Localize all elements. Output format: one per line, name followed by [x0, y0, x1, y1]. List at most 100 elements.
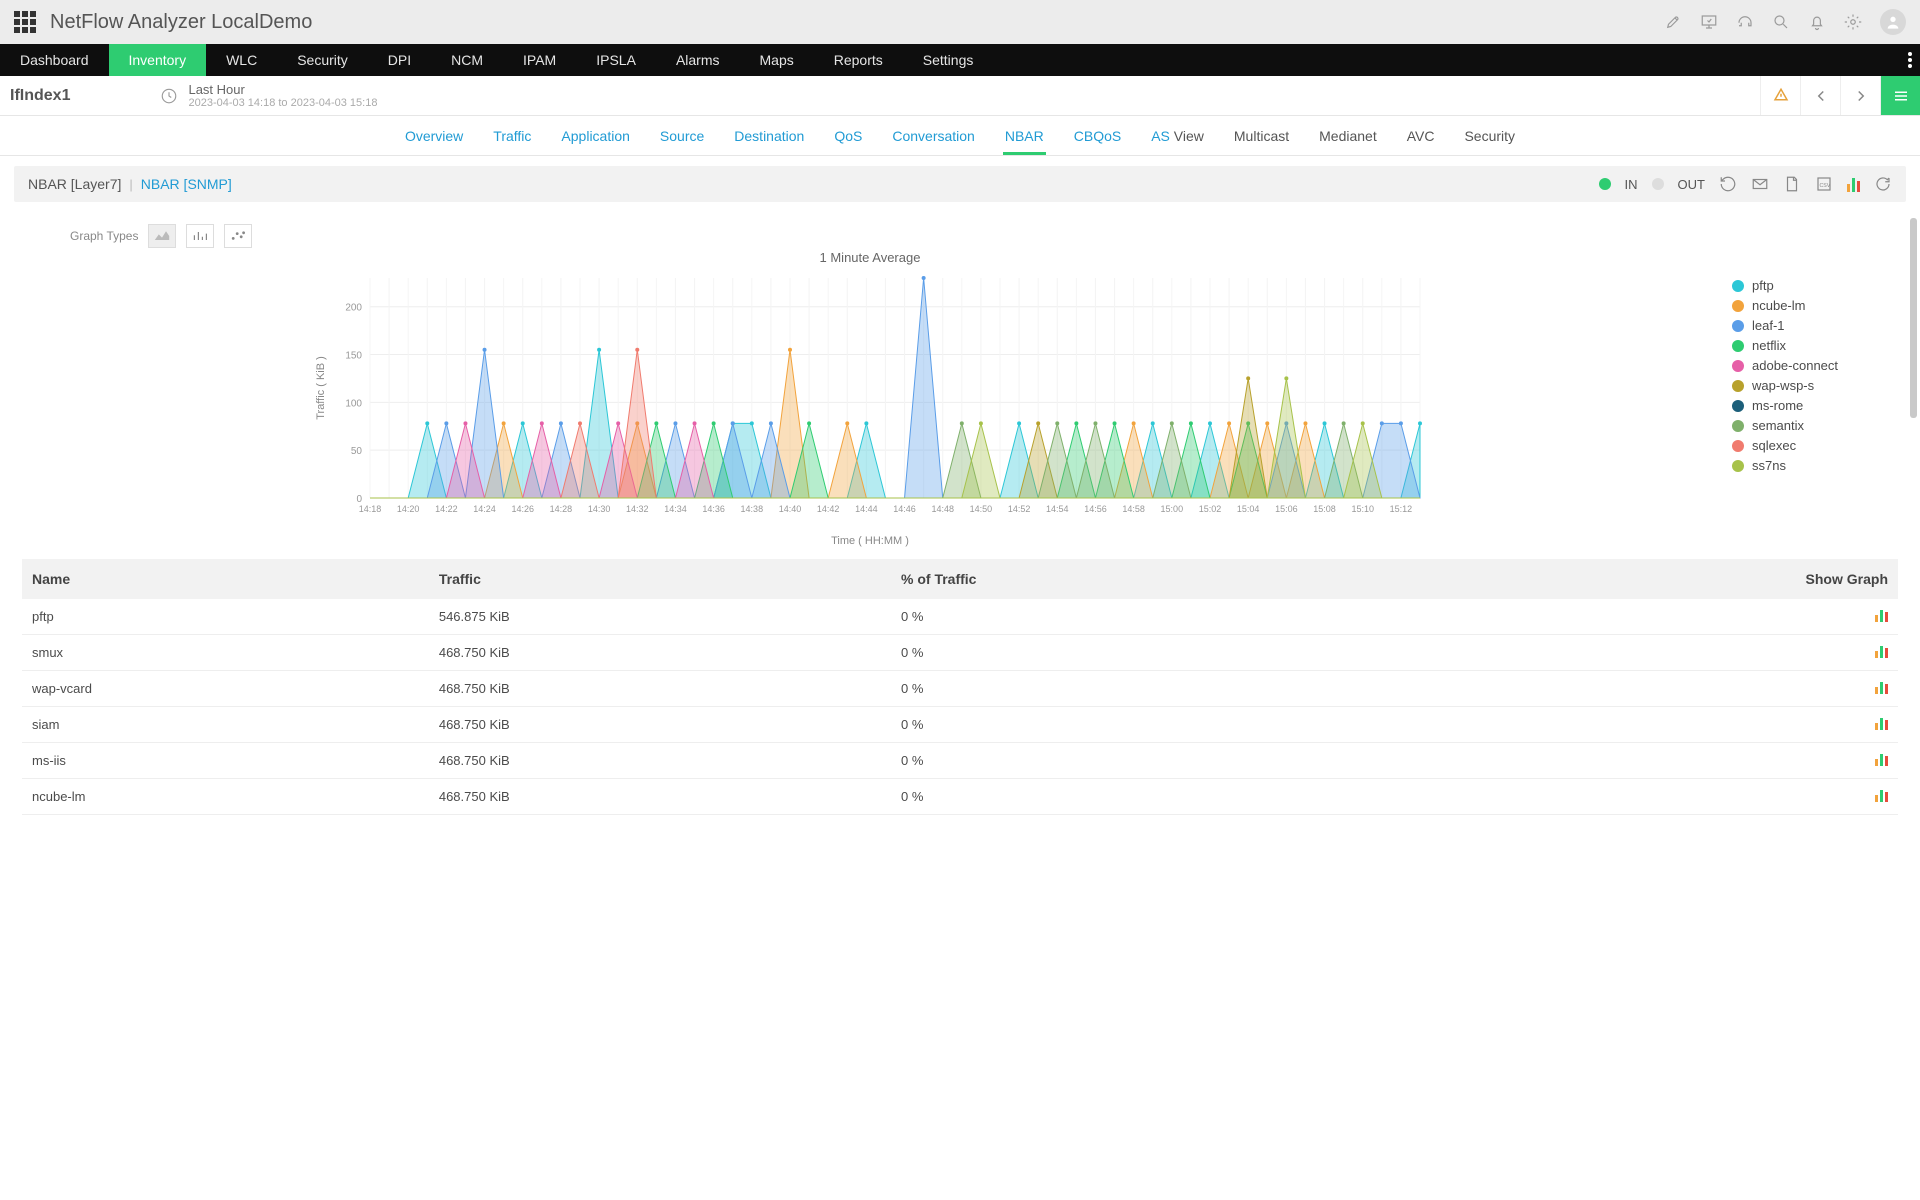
svg-text:15:02: 15:02: [1199, 504, 1222, 514]
tab-avc[interactable]: AVC: [1405, 118, 1437, 154]
search-icon[interactable]: [1772, 13, 1790, 31]
nav-item-ncm[interactable]: NCM: [431, 44, 503, 76]
bell-icon[interactable]: [1808, 13, 1826, 31]
tab-cbqos[interactable]: CBQoS: [1072, 118, 1123, 154]
alert-config-icon[interactable]: [1760, 76, 1800, 115]
graph-type-switch: Graph Types: [70, 224, 1898, 248]
cell-name: wap-vcard: [22, 671, 429, 707]
nav-item-maps[interactable]: Maps: [740, 44, 814, 76]
interface-name: IfIndex1: [10, 87, 70, 105]
apps-grid-icon[interactable]: [14, 11, 36, 33]
tab-traffic[interactable]: Traffic: [491, 118, 533, 154]
rocket-icon[interactable]: [1664, 13, 1682, 31]
direction-in-dot[interactable]: [1599, 178, 1611, 190]
legend-swatch: [1732, 440, 1744, 452]
legend-item[interactable]: ss7ns: [1732, 458, 1898, 473]
legend-label: adobe-connect: [1752, 358, 1838, 373]
nav-more-icon[interactable]: [1908, 44, 1912, 76]
scrollbar[interactable]: [1910, 218, 1917, 418]
direction-out-dot[interactable]: [1652, 178, 1664, 190]
legend-label: sqlexec: [1752, 438, 1796, 453]
table-row: wap-vcard468.750 KiB0 %: [22, 671, 1898, 707]
legend-item[interactable]: adobe-connect: [1732, 358, 1898, 373]
show-graph-cell[interactable]: [1377, 671, 1898, 707]
show-graph-cell[interactable]: [1377, 743, 1898, 779]
nbar-layer7-tab[interactable]: NBAR [Layer7]: [28, 176, 121, 192]
legend-item[interactable]: netflix: [1732, 338, 1898, 353]
svg-text:Traffic ( KiB ): Traffic ( KiB ): [315, 356, 327, 420]
section-tabs: Overview Traffic Application Source Destinat…: [0, 116, 1920, 156]
cell-traffic: 468.750 KiB: [429, 707, 891, 743]
time-range[interactable]: Last Hour 2023-04-03 14:18 to 2023-04-03…: [160, 82, 377, 109]
hamburger-menu-icon[interactable]: [1880, 76, 1920, 115]
cell-traffic: 468.750 KiB: [429, 779, 891, 815]
svg-text:14:52: 14:52: [1008, 504, 1031, 514]
show-graph-cell[interactable]: [1377, 707, 1898, 743]
next-icon[interactable]: [1840, 76, 1880, 115]
svg-text:14:22: 14:22: [435, 504, 458, 514]
show-graph-cell[interactable]: [1377, 599, 1898, 635]
area-chart-button[interactable]: [148, 224, 176, 248]
svg-text:15:06: 15:06: [1275, 504, 1298, 514]
nav-item-alarms[interactable]: Alarms: [656, 44, 740, 76]
cell-name: ms-iis: [22, 743, 429, 779]
gear-icon[interactable]: [1844, 13, 1862, 31]
prev-icon[interactable]: [1800, 76, 1840, 115]
show-graph-cell[interactable]: [1377, 779, 1898, 815]
history-icon[interactable]: [1719, 175, 1737, 193]
mail-icon[interactable]: [1751, 175, 1769, 193]
nav-item-dashboard[interactable]: Dashboard: [0, 44, 109, 76]
legend-label: ncube-lm: [1752, 298, 1805, 313]
nav-item-inventory[interactable]: Inventory: [109, 44, 207, 76]
user-avatar[interactable]: [1880, 9, 1906, 35]
legend-label: wap-wsp-s: [1752, 378, 1814, 393]
nav-item-reports[interactable]: Reports: [814, 44, 903, 76]
nav-item-settings[interactable]: Settings: [903, 44, 994, 76]
legend-item[interactable]: ms-rome: [1732, 398, 1898, 413]
legend-swatch: [1732, 320, 1744, 332]
nav-item-dpi[interactable]: DPI: [368, 44, 431, 76]
svg-text:14:40: 14:40: [779, 504, 802, 514]
presentation-icon[interactable]: [1700, 13, 1718, 31]
legend-item[interactable]: ncube-lm: [1732, 298, 1898, 313]
bar-chart-button[interactable]: [186, 224, 214, 248]
context-bar: IfIndex1 Last Hour 2023-04-03 14:18 to 2…: [0, 76, 1920, 116]
tab-application[interactable]: Application: [559, 118, 632, 154]
tab-multicast[interactable]: Multicast: [1232, 118, 1291, 154]
scatter-chart-button[interactable]: [224, 224, 252, 248]
legend-item[interactable]: semantix: [1732, 418, 1898, 433]
tab-nbar[interactable]: NBAR: [1003, 118, 1046, 154]
nav-item-security[interactable]: Security: [277, 44, 368, 76]
tab-medianet[interactable]: Medianet: [1317, 118, 1379, 154]
legend-label: leaf-1: [1752, 318, 1785, 333]
headset-icon[interactable]: [1736, 13, 1754, 31]
nav-item-wlc[interactable]: WLC: [206, 44, 277, 76]
tab-destination[interactable]: Destination: [732, 118, 806, 154]
svg-text:14:44: 14:44: [855, 504, 878, 514]
csv-icon[interactable]: CSV: [1815, 175, 1833, 193]
direction-out-label: OUT: [1678, 177, 1705, 192]
legend-item[interactable]: leaf-1: [1732, 318, 1898, 333]
direction-in-label: IN: [1625, 177, 1638, 192]
refresh-icon[interactable]: [1874, 175, 1892, 193]
chart-colors-icon[interactable]: [1847, 176, 1860, 192]
svg-text:14:36: 14:36: [702, 504, 725, 514]
tab-source[interactable]: Source: [658, 118, 706, 154]
cell-name: siam: [22, 707, 429, 743]
nav-item-ipam[interactable]: IPAM: [503, 44, 576, 76]
chart-legend: pftp ncube-lm leaf-1 netflix adobe-connect wa…: [1718, 248, 1898, 551]
nav-item-ipsla[interactable]: IPSLA: [576, 44, 656, 76]
legend-item[interactable]: pftp: [1732, 278, 1898, 293]
nbar-snmp-tab[interactable]: NBAR [SNMP]: [141, 176, 232, 192]
tab-as[interactable]: AS View: [1149, 118, 1206, 154]
tab-security[interactable]: Security: [1462, 118, 1517, 154]
pdf-icon[interactable]: [1783, 175, 1801, 193]
legend-item[interactable]: sqlexec: [1732, 438, 1898, 453]
table-header: Traffic: [429, 559, 891, 599]
tab-conversation[interactable]: Conversation: [890, 118, 977, 154]
tab-qos[interactable]: QoS: [832, 118, 864, 154]
legend-item[interactable]: wap-wsp-s: [1732, 378, 1898, 393]
tab-overview[interactable]: Overview: [403, 118, 465, 154]
svg-text:CSV: CSV: [1820, 183, 1831, 189]
show-graph-cell[interactable]: [1377, 635, 1898, 671]
